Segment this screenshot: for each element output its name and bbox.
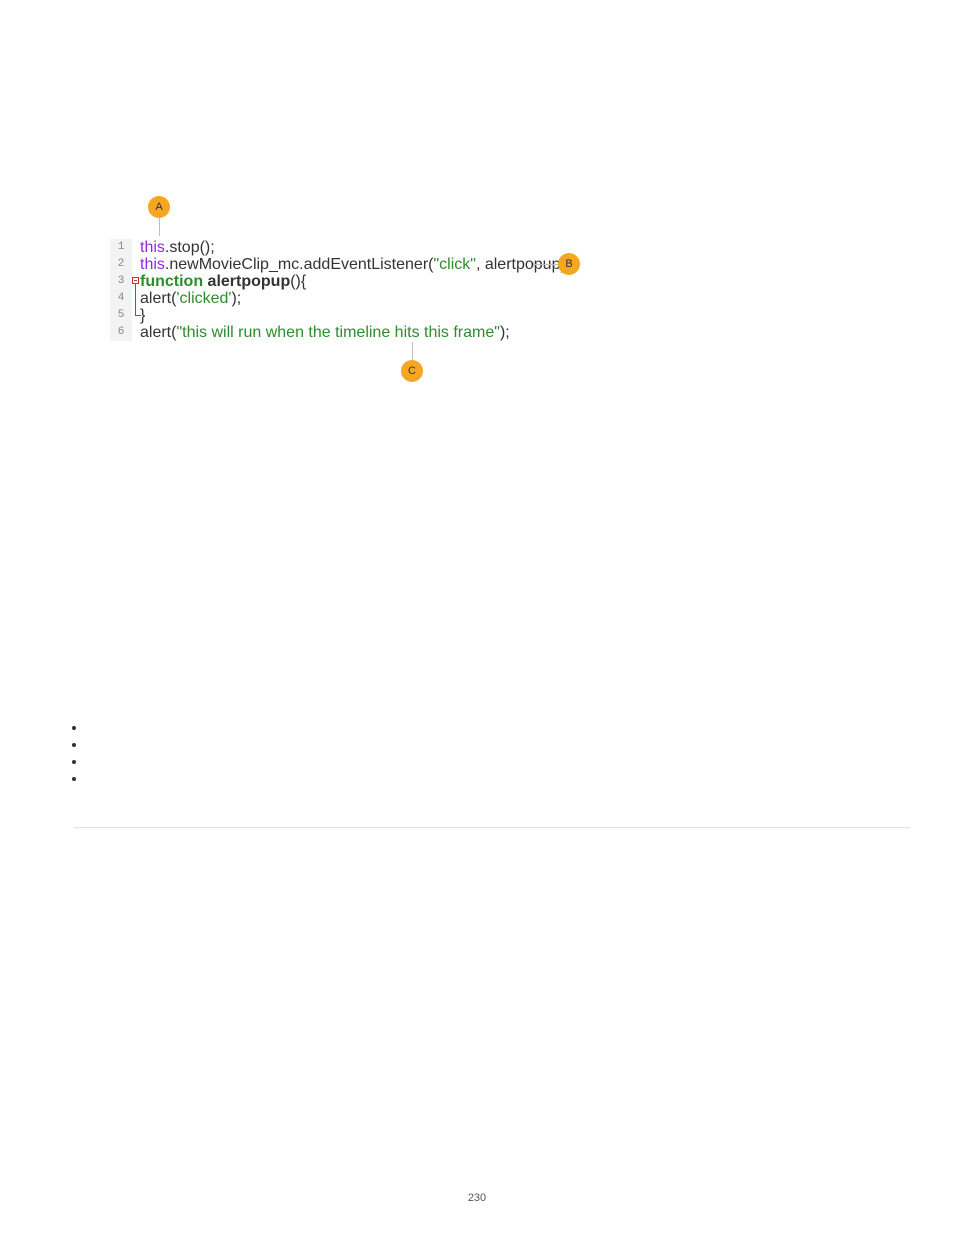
code-line: alert("this will run when the timeline h… — [140, 324, 570, 341]
token-string: "click" — [433, 256, 475, 273]
token: ); — [500, 324, 510, 341]
code-line: alert('clicked'); — [140, 290, 570, 307]
callout-b: B — [558, 253, 580, 275]
token: alert( — [140, 324, 176, 341]
token-fnname: alertpopup — [208, 273, 291, 290]
page: A 1 2 3 4 5 6 this.stop(); this.newMovie… — [0, 0, 954, 1235]
token-string: 'clicked' — [176, 290, 231, 307]
code-line: this.stop(); — [140, 239, 570, 256]
token-string: "this will run when the timeline hits th… — [176, 324, 499, 341]
token: alert( — [140, 290, 176, 307]
callout-b-label: B — [565, 258, 572, 270]
line-number: 3 — [110, 273, 132, 290]
line-number: 1 — [110, 239, 132, 256]
callout-c-label: C — [408, 365, 416, 377]
line-number: 5 — [110, 307, 132, 324]
section-divider — [74, 827, 910, 828]
line-number: 2 — [110, 256, 132, 273]
code-line: this.newMovieClip_mc.addEventListener("c… — [140, 256, 570, 273]
token-keyword: function — [140, 273, 203, 290]
callout-c: C — [401, 360, 423, 382]
leader-c — [412, 342, 413, 360]
token-this: this — [140, 256, 165, 273]
leader-a — [159, 218, 160, 236]
page-number: 230 — [0, 1192, 954, 1204]
line-number-gutter: 1 2 3 4 5 6 — [110, 239, 132, 341]
code-lines: this.stop(); this.newMovieClip_mc.addEve… — [140, 239, 570, 341]
callout-a-label: A — [155, 201, 162, 213]
line-number: 4 — [110, 290, 132, 307]
fold-collapse-icon — [132, 277, 139, 284]
token: .newMovieClip_mc.addEventListener( — [165, 256, 434, 273]
bullet-list — [74, 720, 86, 788]
code-line: } — [140, 307, 570, 324]
code-line: function alertpopup(){ — [140, 273, 570, 290]
token: ); — [231, 290, 241, 307]
token: .stop(); — [165, 239, 215, 256]
token: (){ — [290, 273, 306, 290]
line-number: 6 — [110, 324, 132, 341]
token-this: this — [140, 239, 165, 256]
leader-b — [533, 264, 558, 265]
callout-a: A — [148, 196, 170, 218]
fold-guide — [135, 284, 136, 312]
token: } — [140, 307, 145, 324]
